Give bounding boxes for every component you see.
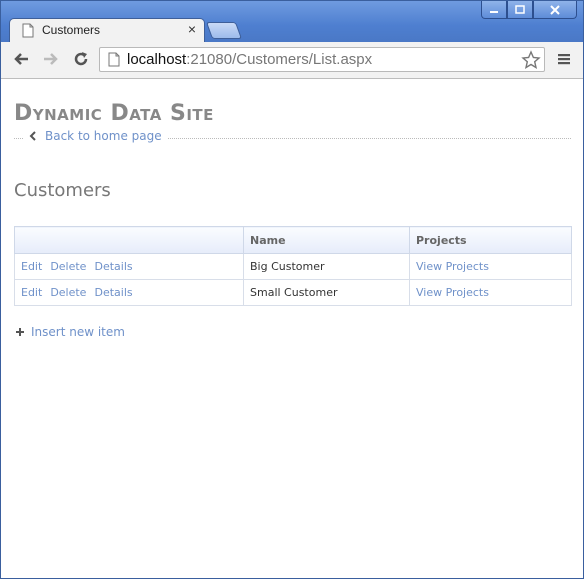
restore-icon [515, 4, 525, 14]
tab-close-button[interactable]: × [188, 21, 196, 37]
details-link[interactable]: Details [94, 260, 132, 273]
page-title: Customers [14, 180, 111, 201]
url-path: :21080/Customers/List.aspx [186, 51, 373, 68]
window-controls [481, 1, 577, 21]
minimize-icon [490, 10, 498, 13]
insert-new-item-link[interactable]: Insert new item [31, 325, 125, 339]
url-text: localhost:21080/Customers/List.aspx [127, 51, 372, 68]
address-bar[interactable]: localhost:21080/Customers/List.aspx [99, 47, 545, 72]
customer-name-cell: Big Customer [243, 253, 410, 280]
back-button[interactable] [10, 48, 32, 70]
hamburger-menu-icon [558, 54, 570, 65]
maximize-button[interactable] [507, 1, 533, 19]
insert-item-container: Insert new item [15, 325, 125, 339]
page-icon [22, 23, 34, 38]
forward-arrow-icon [44, 53, 58, 65]
reload-button[interactable] [70, 48, 92, 70]
close-icon [550, 4, 560, 15]
new-tab-button[interactable] [205, 22, 243, 39]
forward-button[interactable] [40, 48, 62, 70]
browser-toolbar: localhost:21080/Customers/List.aspx [1, 42, 583, 79]
view-projects-link[interactable]: View Projects [416, 260, 489, 273]
column-header-name[interactable]: Name [243, 226, 410, 254]
tab-title: Customers [42, 23, 101, 37]
back-to-home-link[interactable]: Back to home page [45, 129, 162, 143]
bookmark-star-icon[interactable] [521, 50, 541, 70]
table-row: Edit Delete Details Small Customer View Pr… [14, 279, 572, 306]
chevron-left-icon [29, 131, 36, 141]
title-bar[interactable]: Customers × [1, 1, 583, 42]
row-actions: Edit Delete Details [14, 253, 244, 280]
column-header-actions [14, 226, 244, 254]
back-link-container: Back to home page [23, 129, 168, 143]
delete-link[interactable]: Delete [50, 286, 86, 299]
table-header-row: Name Projects [14, 226, 572, 254]
page-content: Dynamic Data Site Back to home page Cust… [1, 79, 583, 577]
column-header-projects: Projects [409, 226, 572, 254]
menu-button[interactable] [553, 48, 575, 70]
customer-name-cell: Small Customer [243, 279, 410, 306]
back-arrow-icon [14, 53, 28, 65]
browser-window: Customers × localhost:21080/Customers/Li… [0, 0, 584, 579]
site-title: Dynamic Data Site [14, 101, 214, 126]
details-link[interactable]: Details [94, 286, 132, 299]
plus-icon [16, 328, 24, 336]
close-window-button[interactable] [533, 1, 577, 19]
projects-cell: View Projects [409, 253, 572, 280]
customers-table: Name Projects Edit Delete Details Big Cust… [14, 226, 572, 306]
reload-icon [74, 52, 88, 66]
tab-customers[interactable]: Customers × [9, 18, 205, 42]
minimize-button[interactable] [481, 1, 507, 19]
edit-link[interactable]: Edit [21, 286, 42, 299]
page-icon [108, 52, 120, 67]
url-host: localhost [127, 51, 187, 68]
row-actions: Edit Delete Details [14, 279, 244, 306]
edit-link[interactable]: Edit [21, 260, 42, 273]
view-projects-link[interactable]: View Projects [416, 286, 489, 299]
projects-cell: View Projects [409, 279, 572, 306]
delete-link[interactable]: Delete [50, 260, 86, 273]
table-row: Edit Delete Details Big Customer View Proj… [14, 253, 572, 280]
